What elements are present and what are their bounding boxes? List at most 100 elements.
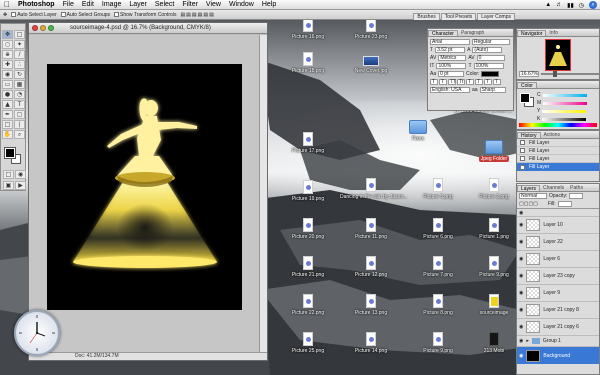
layer-name[interactable]: Background bbox=[543, 353, 570, 359]
layer-name[interactable]: Layer 6 bbox=[543, 256, 560, 262]
align-icons[interactable]: ▤▤▤▤▤▤ bbox=[180, 12, 214, 18]
font-style-select[interactable]: Regular bbox=[472, 39, 510, 45]
clock-widget[interactable] bbox=[14, 310, 60, 356]
desktop-file[interactable]: sourceimage bbox=[466, 294, 522, 322]
battery-icon[interactable]: ▮▮ bbox=[567, 2, 574, 9]
document-canvas[interactable] bbox=[47, 64, 242, 310]
tab-paths[interactable]: Paths bbox=[567, 185, 586, 191]
horizontal-scale-field[interactable]: 100% bbox=[473, 63, 504, 69]
layer-row[interactable]: ◉ Layer 21 copy 8 bbox=[517, 302, 599, 319]
brush-tool[interactable]: ∴ bbox=[14, 60, 25, 69]
desktop-folder[interactable]: Jpeg Folder bbox=[466, 140, 522, 168]
layer-name[interactable]: Layer 10 bbox=[543, 222, 562, 228]
tab-paragraph[interactable]: Paragraph bbox=[458, 30, 487, 36]
eye-icon[interactable]: ◉ bbox=[519, 307, 523, 313]
eye-icon[interactable]: ◉ bbox=[519, 324, 523, 330]
tab-color[interactable]: Color bbox=[517, 82, 537, 89]
superscript-button[interactable]: T bbox=[466, 79, 474, 85]
color-ramp[interactable] bbox=[519, 123, 597, 127]
mode-buttons[interactable]: □ ◉ bbox=[3, 170, 26, 179]
menu-view[interactable]: View bbox=[202, 0, 225, 10]
tab-character[interactable]: Character bbox=[428, 30, 458, 37]
menu-window[interactable]: Window bbox=[225, 0, 258, 10]
hand-tool[interactable]: ✋ bbox=[2, 130, 13, 139]
layer-row[interactable]: ◉ Layer 10 bbox=[517, 217, 599, 234]
layer-name[interactable]: Layer 23 copy bbox=[543, 273, 574, 279]
desktop-folder[interactable]: Fixes bbox=[390, 120, 446, 148]
marquee-tool[interactable]: □ bbox=[14, 30, 25, 39]
slice-tool[interactable]: ∕ bbox=[14, 50, 25, 59]
zoom-slider[interactable] bbox=[541, 71, 599, 77]
tab-info[interactable]: Info bbox=[546, 30, 560, 36]
layer-name[interactable]: Layer 21 copy 6 bbox=[543, 324, 579, 330]
wifi-icon[interactable]: ▲ bbox=[545, 2, 551, 8]
standard-mode-button[interactable]: □ bbox=[3, 170, 14, 179]
close-button[interactable] bbox=[32, 25, 38, 31]
desktop-file[interactable]: Picture 14.png bbox=[343, 332, 399, 360]
subscript-button[interactable]: T bbox=[475, 79, 483, 85]
font-family-select[interactable]: Arial bbox=[430, 39, 470, 45]
shape-tool[interactable]: ▢ bbox=[14, 110, 25, 119]
gradient-tool[interactable]: ▦ bbox=[14, 80, 25, 89]
tracking-field[interactable]: 0 bbox=[476, 55, 505, 61]
auto-select-groups-checkbox[interactable]: Auto Select Groups bbox=[60, 12, 110, 18]
apple-icon[interactable]:  bbox=[0, 0, 14, 9]
desktop-file[interactable]: Dancing in the rain by Jason... bbox=[340, 178, 407, 206]
app-menu[interactable]: Photoshop bbox=[14, 0, 59, 10]
eyedropper-tool[interactable]: ∣ bbox=[14, 120, 25, 129]
magic-wand-tool[interactable]: ✦ bbox=[14, 40, 25, 49]
group-name[interactable]: Group 1 bbox=[543, 338, 561, 344]
cyan-slider[interactable] bbox=[542, 93, 587, 97]
blend-mode-select[interactable]: Normal bbox=[519, 193, 547, 199]
history-item[interactable]: Fill Layer bbox=[517, 139, 599, 147]
desktop-file[interactable]: Picture 1.png bbox=[466, 218, 522, 246]
disclosure-triangle-icon[interactable]: ▸ bbox=[526, 338, 529, 344]
desktop-file[interactable]: Picture 21.png bbox=[280, 256, 336, 284]
move-tool-icon[interactable]: ✥ bbox=[3, 12, 7, 18]
foreground-color-swatch[interactable] bbox=[4, 147, 16, 159]
layer-row-selected[interactable]: ◉ Background bbox=[517, 347, 599, 364]
imageready-button[interactable]: ▶ bbox=[15, 181, 26, 190]
document-titlebar[interactable]: sourceimage-4.psd @ 16.7% (Background, C… bbox=[29, 23, 267, 34]
crop-tool[interactable]: ⋇ bbox=[2, 50, 13, 59]
zoom-level-field[interactable]: 16.67% bbox=[519, 71, 539, 77]
lasso-tool[interactable]: ○ bbox=[2, 40, 13, 49]
menu-layer[interactable]: Layer bbox=[125, 0, 151, 10]
tab-tool-presets[interactable]: Tool Presets bbox=[440, 13, 477, 20]
magenta-slider[interactable] bbox=[543, 101, 588, 105]
vertical-scrollbar[interactable] bbox=[259, 35, 267, 353]
desktop-file[interactable]: Picture 16.png bbox=[280, 18, 336, 46]
desktop-file[interactable]: Picture 13.png bbox=[343, 294, 399, 322]
notes-tool[interactable]: □ bbox=[2, 120, 13, 129]
minimize-button[interactable] bbox=[40, 25, 46, 31]
dodge-tool[interactable]: ◔ bbox=[14, 90, 25, 99]
desktop-file[interactable]: Picture 12.png bbox=[343, 256, 399, 284]
desktop-file[interactable]: Picture 19.png bbox=[280, 180, 336, 208]
type-tool[interactable]: T bbox=[14, 100, 25, 109]
eye-icon[interactable]: ◉ bbox=[519, 256, 523, 262]
desktop-file[interactable]: Picture 5.png bbox=[410, 178, 466, 206]
lock-icon[interactable]: ▢▢▢▢ bbox=[519, 201, 538, 207]
healing-tool[interactable]: ✚ bbox=[2, 60, 13, 69]
menu-help[interactable]: Help bbox=[258, 0, 280, 10]
desktop-file[interactable]: Picture 9.png bbox=[466, 256, 522, 284]
faux-italic-button[interactable]: T bbox=[439, 79, 447, 85]
antialias-select[interactable]: Sharp bbox=[479, 87, 506, 93]
menu-filter[interactable]: Filter bbox=[178, 0, 202, 10]
desktop-file[interactable]: Picture 18.png bbox=[280, 52, 336, 80]
layer-row[interactable]: ◉ Layer 22 bbox=[517, 234, 599, 251]
layer-row[interactable]: ◉ Layer 23 copy bbox=[517, 268, 599, 285]
pen-tool[interactable]: ✒ bbox=[2, 110, 13, 119]
desktop-file[interactable]: Picture 20.png bbox=[280, 218, 336, 246]
text-color-swatch[interactable] bbox=[481, 71, 500, 77]
volume-icon[interactable]: ♬ bbox=[556, 2, 562, 8]
screen-mode-buttons[interactable]: ▣ ▶ bbox=[3, 181, 26, 190]
tab-history[interactable]: History bbox=[517, 132, 541, 139]
eye-icon[interactable]: ◉ bbox=[519, 239, 523, 245]
group-row[interactable]: ◉ ▸ Group 1 bbox=[517, 336, 599, 347]
screen-mode-button[interactable]: ▣ bbox=[3, 181, 14, 190]
font-size-field[interactable]: 3.52 pt bbox=[435, 47, 466, 53]
menu-edit[interactable]: Edit bbox=[78, 0, 98, 10]
strikethrough-button[interactable]: T bbox=[493, 79, 501, 85]
desktop-file[interactable]: Picture 25.png bbox=[280, 332, 336, 360]
